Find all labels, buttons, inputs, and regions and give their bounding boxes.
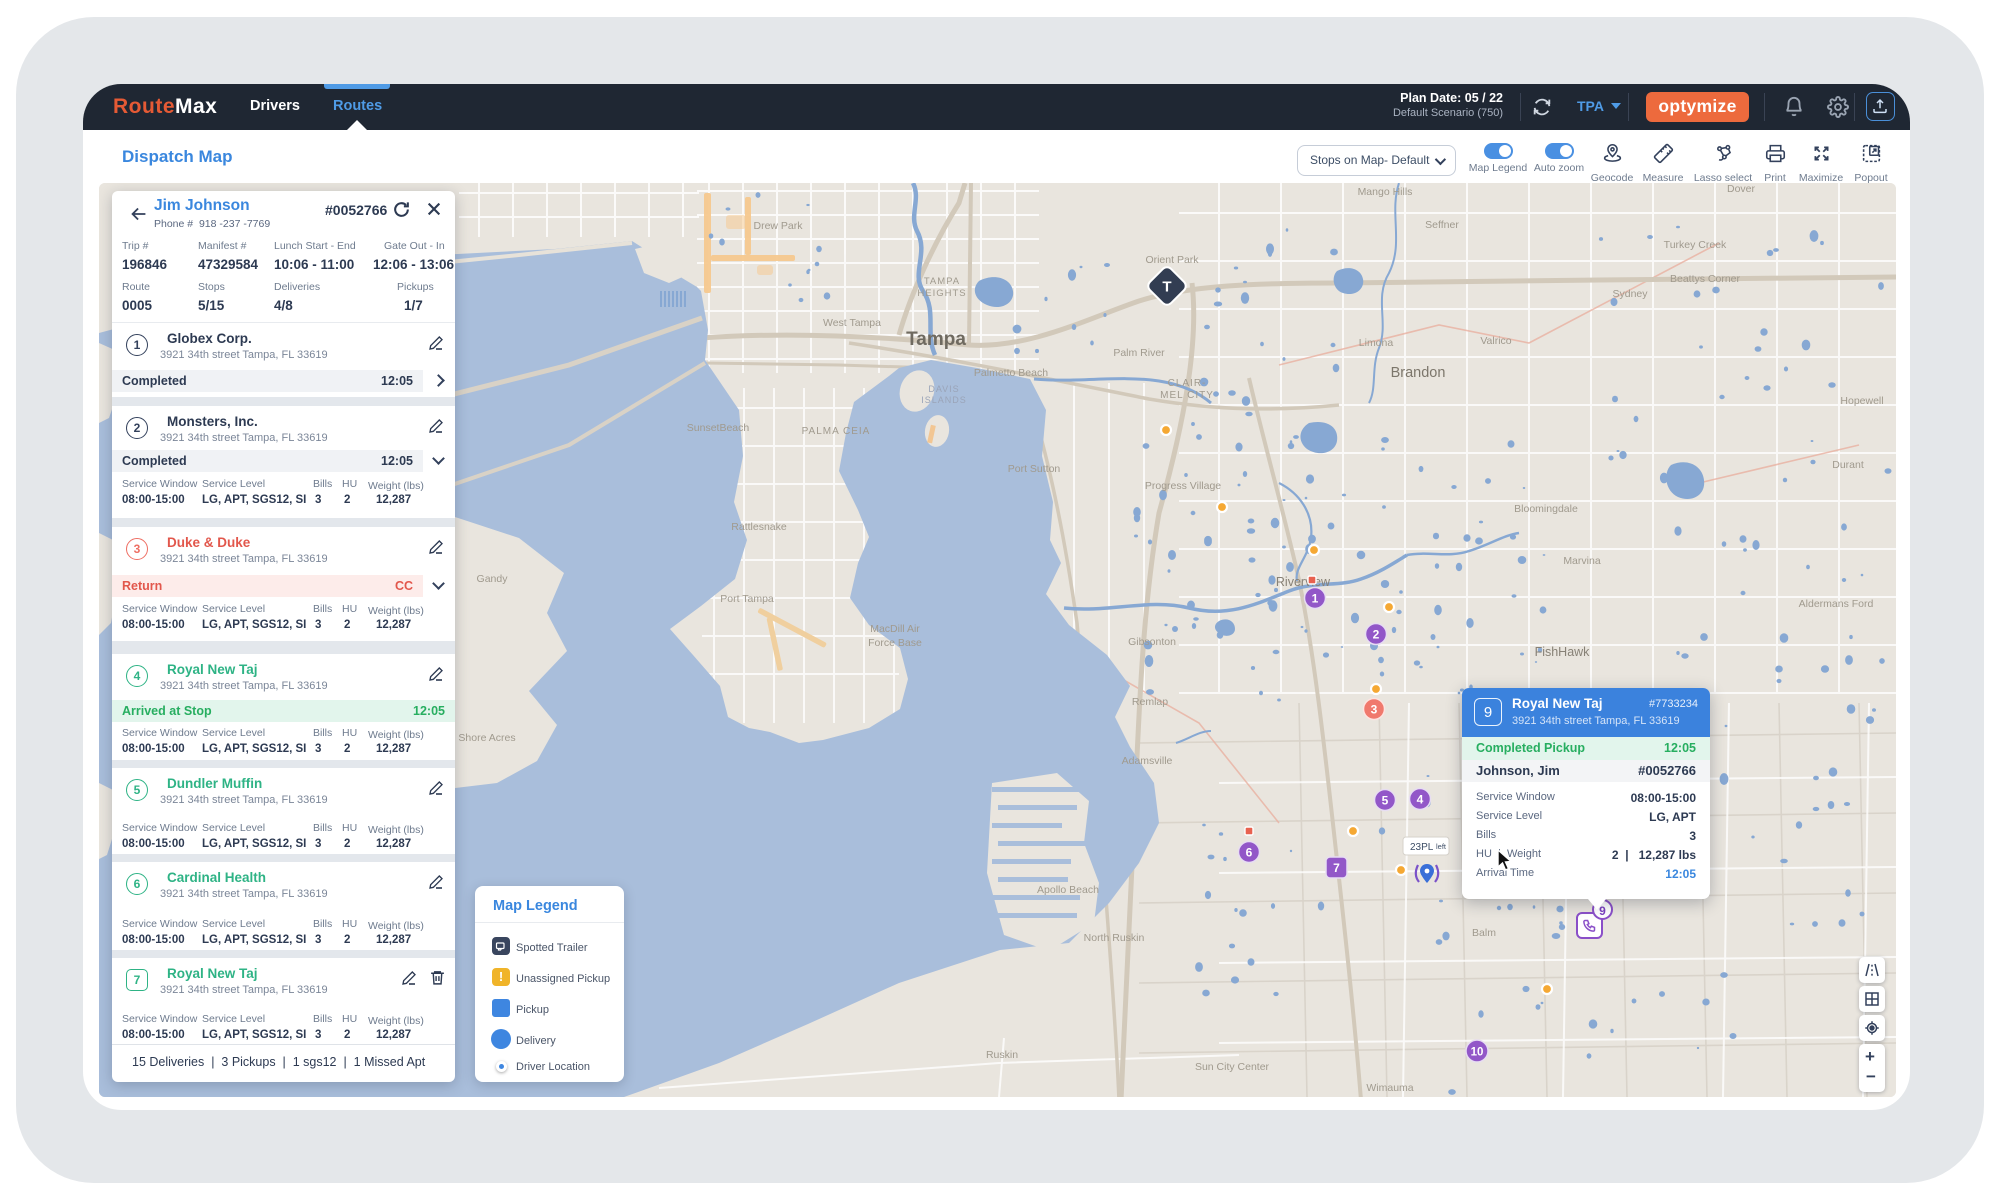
svg-text:Palmetto Beach: Palmetto Beach bbox=[974, 367, 1048, 379]
svg-text:Balm: Balm bbox=[1472, 927, 1496, 939]
svg-text:Force Base: Force Base bbox=[868, 637, 922, 649]
svg-text:Mango Hills: Mango Hills bbox=[1358, 186, 1413, 198]
svg-text:Rattlesnake: Rattlesnake bbox=[731, 521, 787, 533]
svg-text:HEIGHTS: HEIGHTS bbox=[917, 288, 966, 299]
svg-text:Beattys Corner: Beattys Corner bbox=[1670, 273, 1741, 285]
svg-text:North Ruskin: North Ruskin bbox=[1084, 932, 1145, 944]
svg-text:3: 3 bbox=[1371, 703, 1378, 717]
svg-text:5: 5 bbox=[1382, 794, 1389, 808]
svg-text:PALMA CEIA: PALMA CEIA bbox=[802, 426, 871, 437]
svg-text:Gibsonton: Gibsonton bbox=[1128, 636, 1176, 648]
svg-text:4: 4 bbox=[1417, 793, 1424, 807]
svg-text:Valrico: Valrico bbox=[1480, 335, 1511, 347]
svg-text:6: 6 bbox=[1246, 846, 1253, 860]
svg-text:Remlap: Remlap bbox=[1132, 696, 1168, 708]
svg-text:Wimauma: Wimauma bbox=[1366, 1082, 1413, 1094]
svg-text:Orient Park: Orient Park bbox=[1145, 254, 1199, 266]
svg-text:ISLANDS: ISLANDS bbox=[921, 395, 967, 405]
svg-text:Progress Village: Progress Village bbox=[1145, 480, 1221, 492]
svg-text:MEL CITY: MEL CITY bbox=[1160, 390, 1214, 401]
svg-text:Gandy: Gandy bbox=[477, 573, 509, 585]
svg-text:left: left bbox=[1436, 842, 1447, 851]
svg-text:TAMPA: TAMPA bbox=[924, 276, 960, 287]
svg-text:Shore Acres: Shore Acres bbox=[458, 732, 515, 744]
svg-text:1: 1 bbox=[1312, 592, 1319, 606]
svg-text:Seffner: Seffner bbox=[1425, 219, 1459, 231]
svg-text:T: T bbox=[1162, 279, 1171, 296]
svg-text:Limona: Limona bbox=[1359, 337, 1394, 349]
svg-text:CLAIR-: CLAIR- bbox=[1168, 378, 1207, 389]
svg-text:Marvina: Marvina bbox=[1563, 555, 1601, 567]
svg-text:SunsetBeach: SunsetBeach bbox=[687, 422, 750, 434]
svg-text:Port Tampa: Port Tampa bbox=[720, 593, 774, 605]
svg-text:Aldermans Ford: Aldermans Ford bbox=[1799, 598, 1874, 610]
svg-text:10: 10 bbox=[1471, 1047, 1484, 1059]
svg-text:Palm River: Palm River bbox=[1113, 347, 1165, 359]
svg-text:Hopewell: Hopewell bbox=[1840, 395, 1883, 407]
svg-text:Drew Park: Drew Park bbox=[753, 220, 803, 232]
svg-text:2: 2 bbox=[1373, 628, 1380, 642]
svg-text:Apollo Beach: Apollo Beach bbox=[1037, 884, 1099, 896]
svg-text:Port Sutton: Port Sutton bbox=[1008, 463, 1061, 475]
svg-text:Bloomingdale: Bloomingdale bbox=[1514, 503, 1578, 515]
svg-text:Sun City Center: Sun City Center bbox=[1195, 1061, 1270, 1073]
svg-text:MacDill Air: MacDill Air bbox=[870, 623, 920, 635]
svg-text:Durant: Durant bbox=[1832, 459, 1864, 471]
svg-text:Brandon: Brandon bbox=[1391, 365, 1446, 381]
svg-text:Tampa: Tampa bbox=[906, 329, 966, 350]
svg-text:Riverview: Riverview bbox=[1276, 575, 1331, 589]
svg-text:Turkey Creek: Turkey Creek bbox=[1664, 239, 1727, 251]
svg-text:West Tampa: West Tampa bbox=[823, 317, 881, 329]
svg-text:DAVIS: DAVIS bbox=[928, 384, 959, 394]
svg-text:7: 7 bbox=[1333, 861, 1340, 875]
svg-text:23PL: 23PL bbox=[1410, 842, 1434, 853]
svg-text:Adamsville: Adamsville bbox=[1122, 755, 1173, 767]
svg-text:FishHawk: FishHawk bbox=[1535, 645, 1591, 659]
svg-text:Dover: Dover bbox=[1727, 183, 1756, 195]
svg-text:Ruskin: Ruskin bbox=[986, 1049, 1018, 1061]
svg-text:Sydney: Sydney bbox=[1612, 288, 1648, 300]
